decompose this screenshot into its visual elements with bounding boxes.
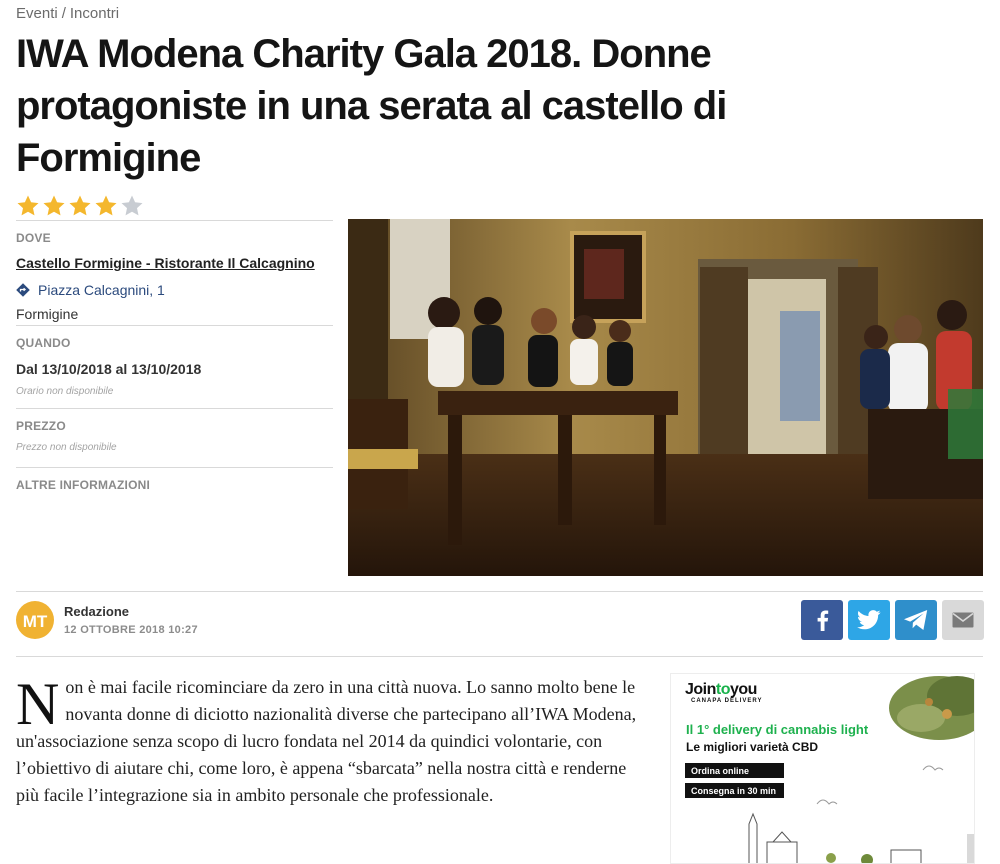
star-filled-icon	[69, 195, 91, 216]
facebook-share-button[interactable]	[801, 600, 843, 640]
star-empty-icon	[121, 195, 143, 216]
breadcrumb-incontri-link[interactable]: Incontri	[70, 5, 119, 22]
event-photo-illustration	[348, 219, 983, 576]
star-filled-icon	[95, 195, 117, 216]
breadcrumb: Eventi / Incontri	[16, 5, 119, 22]
event-photo	[348, 219, 983, 576]
more-info-section: ALTRE INFORMAZIONI	[16, 468, 333, 502]
email-share-button[interactable]	[942, 600, 984, 640]
event-dates: Dal 13/10/2018 al 13/10/2018	[16, 361, 202, 377]
more-info-label: ALTRE INFORMAZIONI	[16, 478, 151, 492]
twitter-share-button[interactable]	[848, 600, 890, 640]
star-filled-icon	[43, 195, 65, 216]
ad-logo: Jointoyou	[685, 681, 757, 699]
price-label: PREZZO	[16, 419, 66, 433]
page-title: IWA Modena Charity Gala 2018. Donne prot…	[16, 32, 727, 180]
drop-cap: N	[16, 671, 60, 737]
divider	[16, 591, 983, 592]
rating-stars	[16, 194, 144, 218]
breadcrumb-eventi-link[interactable]: Eventi	[16, 5, 58, 22]
city-text: Formigine	[16, 306, 79, 322]
ad-delivery-button[interactable]: Consegna in 30 min	[685, 783, 784, 798]
author-avatar[interactable]: MT	[16, 601, 54, 639]
ad-headline: Il 1° delivery di cannabis light	[686, 722, 869, 737]
address-link[interactable]: Piazza Calcagnini, 1	[16, 282, 333, 298]
publish-date: 12 OTTOBRE 2018 10:27	[64, 624, 198, 636]
address-text: Piazza Calcagnini, 1	[38, 282, 165, 298]
article-body: N on è mai facile ricominciare da zero i…	[16, 674, 641, 809]
author-meta: Redazione 12 OTTOBRE 2018 10:27	[64, 604, 198, 636]
facebook-icon	[817, 610, 829, 631]
venue-link[interactable]: Castello Formigine - Ristorante Il Calca…	[16, 255, 315, 271]
where-section: DOVE Castello Formigine - Ristorante Il …	[16, 221, 333, 325]
telegram-icon	[904, 610, 928, 630]
ad-logo-subtitle: CANAPA DELIVERY	[691, 698, 763, 704]
divider	[16, 656, 983, 657]
telegram-share-button[interactable]	[895, 600, 937, 640]
twitter-icon	[857, 610, 881, 630]
event-info: DOVE Castello Formigine - Ristorante Il …	[16, 220, 333, 502]
when-section: QUANDO Dal 13/10/2018 al 13/10/2018 Orar…	[16, 326, 333, 408]
avatar-initials: MT	[23, 612, 48, 631]
email-icon	[952, 612, 974, 628]
event-hours: Orario non disponibile	[16, 386, 114, 397]
price-section: PREZZO Prezzo non disponibile	[16, 409, 333, 467]
ad-logo-to: to	[715, 681, 731, 698]
share-buttons	[801, 600, 984, 640]
directions-icon	[16, 283, 30, 297]
event-price: Prezzo non disponibile	[16, 442, 117, 453]
ad-logo-join: Join	[685, 681, 716, 698]
advertisement-banner[interactable]: Jointoyou CANAPA DELIVERY Il 1° delivery…	[670, 673, 975, 864]
author-block: MT Redazione 12 OTTOBRE 2018 10:27	[16, 601, 198, 639]
when-label: QUANDO	[16, 336, 71, 350]
author-name[interactable]: Redazione	[64, 604, 198, 619]
ad-order-online-button[interactable]: Ordina online	[685, 763, 784, 778]
ad-logo-you: you	[730, 681, 757, 698]
article-text: on è mai facile ricominciare da zero in …	[16, 677, 637, 805]
star-filled-icon	[17, 195, 39, 216]
where-label: DOVE	[16, 231, 51, 245]
breadcrumb-separator: /	[61, 5, 66, 22]
ad-tagline: Le migliori varietà CBD	[686, 740, 819, 754]
